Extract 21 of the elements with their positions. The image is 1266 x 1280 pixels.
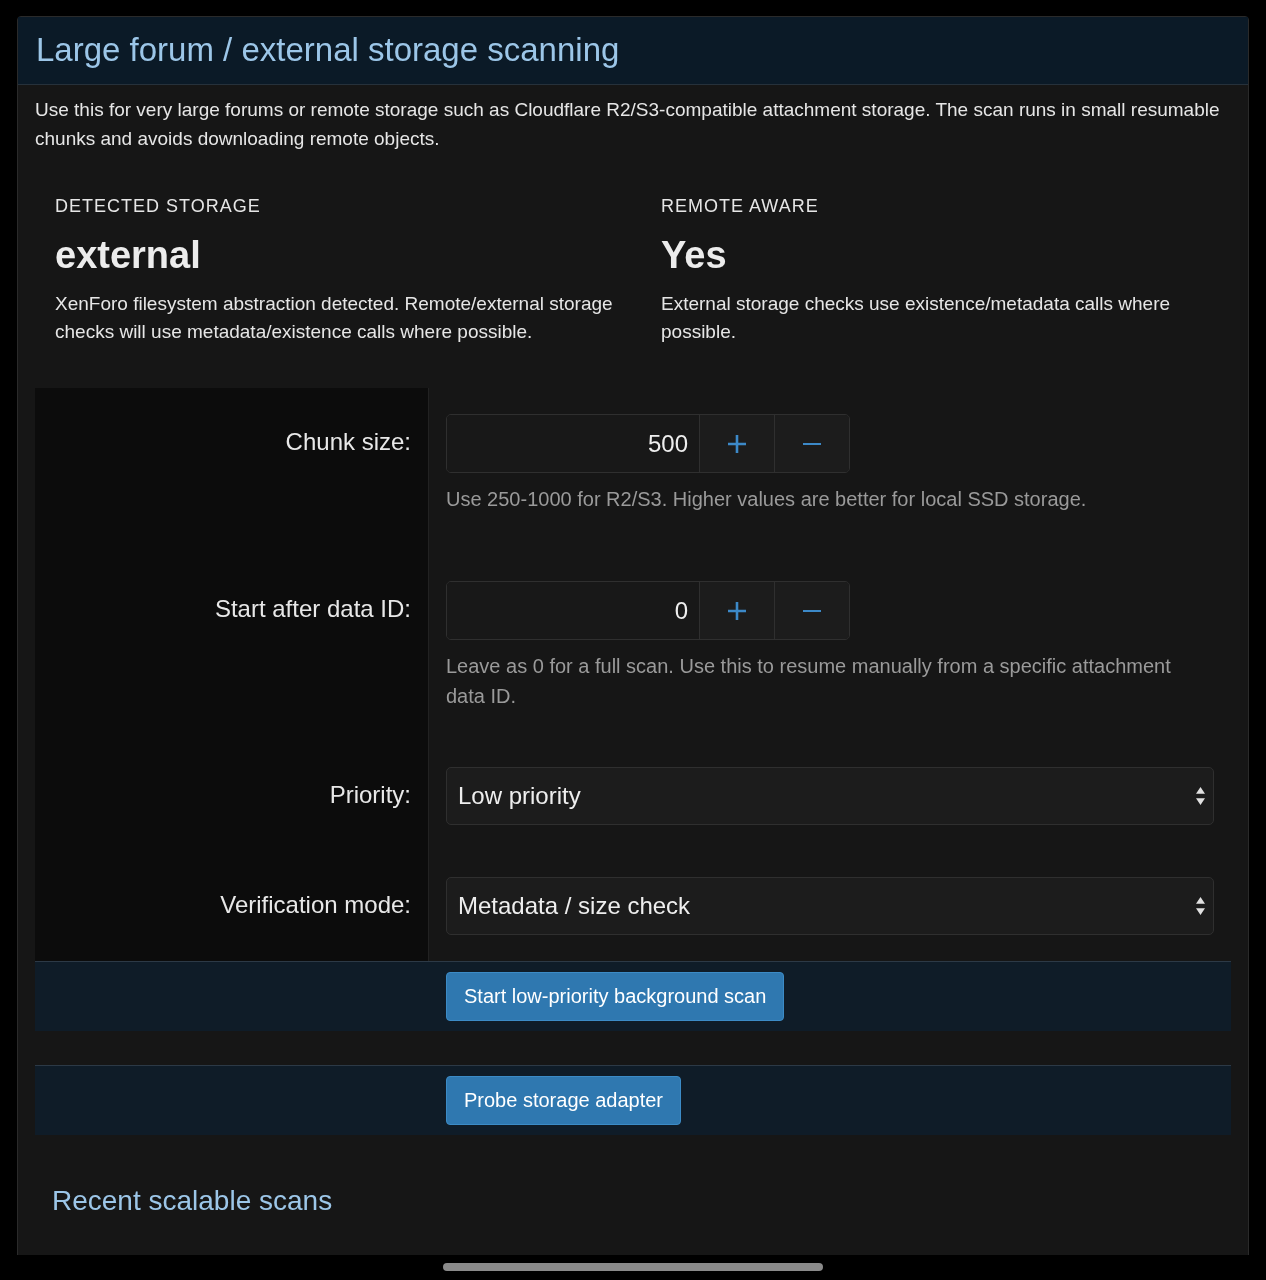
panel-title: Large forum / external storage scanning xyxy=(36,30,621,70)
select-dropdown[interactable]: Metadata / size check xyxy=(446,877,1214,935)
up-down-caret-icon xyxy=(1196,897,1205,915)
action-button[interactable]: Start low-priority background scan xyxy=(446,972,785,1021)
field-label: Verification mode: xyxy=(220,891,411,918)
hint-text: Leave as 0 for a full scan. Use this to resume manually from a specific attachment data ID. xyxy=(446,654,1172,709)
info-label: REMOTE AWARE xyxy=(661,195,820,218)
field-label: Chunk size: xyxy=(285,428,411,455)
info-value: external xyxy=(55,233,202,278)
info-description: XenForo filesystem abstraction detected. Remote/external storage checks will use metadata/existence calls where possible. xyxy=(55,292,614,344)
info-label: DETECTED STORAGE xyxy=(55,195,262,218)
section-title: Recent scalable scans xyxy=(52,1184,334,1218)
intro-text: Use this for very large forums or remote storage such as Cloudflare R2/S3-compatible attachment storage. The scan runs in small resumable chunks and avoids downloading remote objects. xyxy=(35,98,1221,151)
up-down-caret-icon xyxy=(1196,787,1205,805)
action-button[interactable]: Probe storage adapter xyxy=(446,1076,682,1125)
info-description: External storage checks use existence/metadata calls where possible. xyxy=(661,292,1172,344)
field-label: Start after data ID: xyxy=(214,595,411,622)
field-label: Priority: xyxy=(329,781,411,808)
select-dropdown[interactable]: Low priority xyxy=(446,767,1214,825)
info-value: Yes xyxy=(661,233,728,278)
hint-text: Use 250-1000 for R2/S3. Higher values are better for local SSD storage. xyxy=(446,487,1088,512)
